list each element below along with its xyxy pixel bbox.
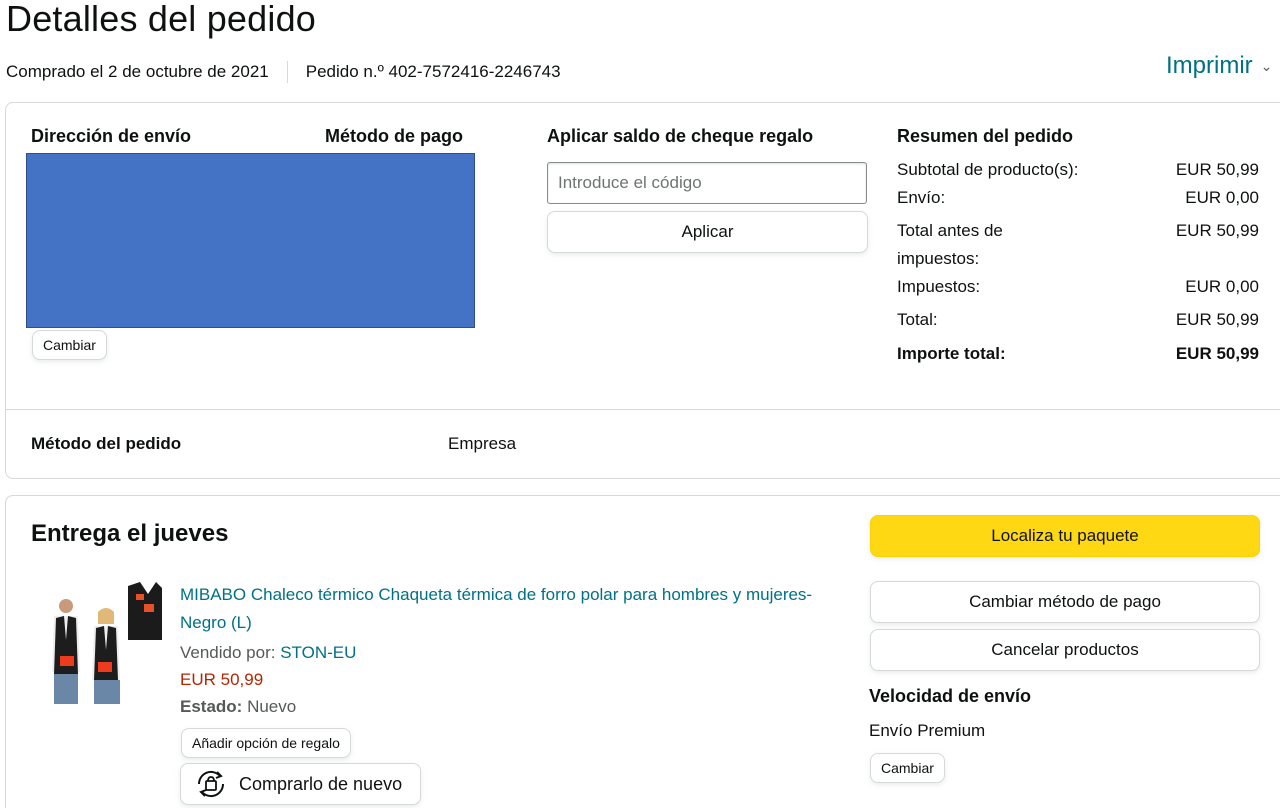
product-image[interactable] (40, 580, 166, 708)
summary-row-grand-total: Importe total: EUR 50,99 (897, 340, 1259, 368)
product-condition: Estado: Nuevo (180, 697, 296, 717)
apply-button[interactable]: Aplicar (547, 211, 868, 253)
summary-label: Subtotal de producto(s): (897, 160, 1079, 179)
sold-by-label: Vendido por: (180, 643, 276, 662)
condition-value: Nuevo (247, 697, 297, 716)
buy-again-button[interactable]: Comprarlo de nuevo (180, 763, 421, 805)
shipping-speed-value: Envío Premium (869, 721, 986, 740)
sold-by: Vendido por: STON-EU (180, 643, 356, 663)
summary-value: EUR 0,00 (1185, 277, 1259, 296)
purchase-date: Comprado el 2 de octubre de 2021 (6, 62, 269, 81)
change-shipping-speed-button[interactable]: Cambiar (870, 753, 945, 783)
summary-value: EUR 50,99 (1175, 221, 1259, 240)
order-number: Pedido n.º 402-7572416-2246743 (305, 62, 561, 81)
change-payment-method-button[interactable]: Cambiar método de pago (870, 581, 1260, 623)
order-summary-heading: Resumen del pedido (897, 126, 1074, 146)
track-package-button[interactable]: Localiza tu paquete (870, 515, 1260, 557)
product-title-link[interactable]: MIBABO Chaleco térmico Chaqueta térmica … (180, 581, 820, 637)
buy-again-icon (197, 770, 225, 798)
summary-value: EUR 50,99 (1175, 310, 1259, 329)
gift-card-heading: Aplicar saldo de cheque regalo (547, 126, 814, 146)
summary-row-total: Total: EUR 50,99 (897, 306, 1259, 334)
summary-label: Impuestos: (897, 277, 981, 296)
print-label: Imprimir (1166, 52, 1253, 79)
redacted-address-payment (26, 153, 475, 328)
summary-row-tax: Impuestos: EUR 0,00 (897, 273, 1259, 301)
summary-value: EUR 50,99 (1175, 344, 1259, 363)
summary-row-subtotal: Subtotal de producto(s): EUR 50,99 (897, 156, 1259, 184)
buy-again-label: Comprarlo de nuevo (239, 773, 403, 794)
summary-value: EUR 0,00 (1185, 188, 1259, 207)
cancel-items-button[interactable]: Cancelar productos (870, 629, 1260, 671)
order-method-value: Empresa (448, 434, 517, 453)
chevron-down-icon: ⌄ (1260, 57, 1273, 74)
page-title: Detalles del pedido (6, 0, 317, 39)
meta-divider (286, 61, 288, 83)
summary-label: Total: (897, 310, 938, 329)
condition-label: Estado: (180, 697, 243, 716)
order-method-label: Método del pedido (31, 434, 182, 453)
summary-label: Importe total: (897, 344, 1006, 363)
delivery-heading: Entrega el jueves (31, 520, 229, 547)
summary-label: Total antes de impuestos: (897, 221, 1003, 268)
seller-link[interactable]: STON-EU (280, 643, 356, 662)
shipping-address-heading: Dirección de envío (31, 126, 192, 146)
add-gift-option-button[interactable]: Añadir opción de regalo (181, 728, 351, 758)
change-address-button[interactable]: Cambiar (32, 330, 107, 360)
payment-method-heading: Método de pago (325, 126, 463, 146)
summary-row-shipping: Envío: EUR 0,00 (897, 184, 1259, 212)
summary-value: EUR 50,99 (1175, 160, 1259, 179)
card-divider (6, 409, 1280, 410)
order-meta: Comprado el 2 de octubre de 2021 Pedido … (6, 61, 561, 83)
print-link[interactable]: Imprimir ⌄ (1166, 52, 1272, 80)
product-price: EUR 50,99 (180, 670, 264, 689)
summary-label: Envío: (897, 188, 946, 207)
shipping-speed-heading: Velocidad de envío (869, 686, 1032, 706)
gift-code-input[interactable] (547, 162, 867, 204)
summary-row-pretax: Total antes de impuestos: EUR 50,99 (897, 217, 1259, 273)
